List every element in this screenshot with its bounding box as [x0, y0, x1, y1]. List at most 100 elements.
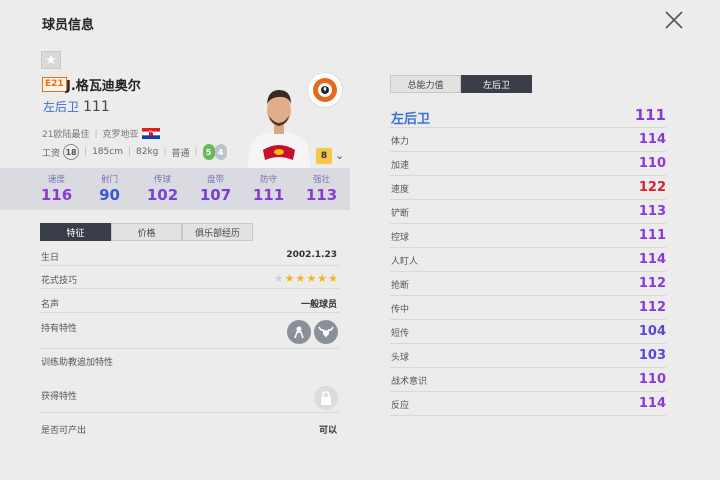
favorite-star-button[interactable]: ★ — [41, 51, 61, 69]
locked-trait-slot[interactable] — [314, 386, 338, 410]
lock-icon — [321, 391, 331, 405]
close-button[interactable] — [662, 8, 686, 32]
attribute-value: 111 — [638, 228, 666, 243]
attribute-value: 114 — [638, 396, 666, 411]
player-overall: 111 — [83, 99, 110, 115]
player-portrait-image — [247, 90, 311, 168]
attribute-label: 加速 — [391, 161, 410, 171]
season-badge: E21 — [42, 77, 67, 92]
attribute-value: 122 — [638, 180, 666, 195]
player-info-line1: 21欧陆最佳 | 克罗地亚 — [42, 127, 160, 140]
attribute-row: 控球 111 — [390, 227, 666, 248]
tab-1[interactable]: 价格 — [111, 223, 182, 241]
acquired-traits-label: 获得特性 — [41, 392, 78, 402]
right-tab-0[interactable]: 总能力值 — [390, 75, 461, 93]
attribute-row: 人盯人 114 — [390, 251, 666, 272]
height-text: 185cm — [92, 147, 123, 157]
attribute-value: 104 — [638, 324, 666, 339]
position-rating-row: 左后卫 111 — [390, 106, 666, 128]
player-name: J.格瓦迪奥尔 — [66, 79, 141, 94]
skill-moves-row: 花式技巧 ★ ★ ★ ★ ★ ★ — [40, 272, 340, 289]
attribute-row: 反应 114 — [390, 395, 666, 416]
attribute-row: 传中 112 — [390, 299, 666, 320]
summary-stat-label: 传球 — [153, 175, 171, 185]
summary-stats-bar: 速度 116 射门 90 传球 102 盘带 107 防守 111 强壮 113 — [0, 168, 350, 210]
body-type-text: 普通 — [171, 148, 190, 159]
trait-badge-1[interactable] — [287, 320, 311, 344]
tradable-label: 是否可产出 — [41, 426, 87, 436]
nation-text: 克罗地亚 — [102, 130, 139, 140]
birthday-label: 生日 — [41, 253, 60, 263]
attribute-row: 铲断 113 — [390, 203, 666, 224]
star-filled-icon: ★ — [317, 272, 328, 285]
divider: | — [194, 147, 198, 157]
summary-stat: 盘带 107 — [189, 168, 242, 210]
star-filled-icon: ★ — [295, 272, 306, 285]
star-filled-icon: ★ — [284, 272, 295, 285]
attribute-label: 战术意识 — [391, 377, 428, 387]
summary-stat: 传球 102 — [136, 168, 189, 210]
right-tab-1[interactable]: 左后卫 — [461, 75, 532, 93]
attribute-row: 短传 104 — [390, 323, 666, 344]
attribute-label: 短传 — [391, 329, 410, 339]
attribute-label: 头球 — [391, 353, 410, 363]
summary-stat-value: 90 — [99, 186, 120, 204]
summary-stat: 防守 111 — [242, 168, 295, 210]
summary-stat-value: 102 — [146, 186, 179, 204]
summary-stat-value: 107 — [199, 186, 232, 204]
chevron-down-icon[interactable]: ⌄ — [335, 149, 344, 162]
acquired-traits-row: 获得特性 — [40, 389, 340, 413]
attribute-value: 114 — [638, 252, 666, 267]
bull-trait-icon — [318, 326, 334, 338]
attribute-row: 战术意识 110 — [390, 371, 666, 392]
traits-label: 持有特性 — [41, 324, 78, 334]
skill-moves-label: 花式技巧 — [41, 276, 78, 286]
tab-2[interactable]: 俱乐部经历 — [182, 223, 253, 241]
divider: | — [163, 147, 167, 157]
attribute-row: 加速 110 — [390, 155, 666, 176]
attribute-label: 传中 — [391, 305, 410, 315]
honor-text: 21欧陆最佳 — [42, 130, 90, 140]
reputation-label: 名声 — [41, 300, 60, 310]
attribute-value: 103 — [638, 348, 666, 363]
page-title: 球员信息 — [42, 18, 95, 33]
right-tabs: 总能力值 左后卫 — [390, 75, 532, 93]
summary-stat-label: 射门 — [100, 175, 118, 185]
croatia-flag-icon — [141, 128, 160, 139]
attribute-label: 人盯人 — [391, 257, 419, 267]
wage-label: 工资 — [42, 148, 61, 159]
attribute-row: 体力 114 — [390, 131, 666, 152]
player-position: 左后卫 — [43, 100, 80, 114]
summary-stat: 强壮 113 — [295, 168, 348, 210]
birthday-row: 生日 2002.1.23 — [40, 250, 340, 266]
close-icon[interactable] — [662, 8, 686, 32]
attribute-value: 112 — [638, 276, 666, 291]
attribute-row: 速度 122 — [390, 179, 666, 200]
attribute-value: 112 — [638, 300, 666, 315]
soccer-player-trait-icon — [294, 326, 304, 339]
summary-stat-value: 113 — [305, 186, 338, 204]
attribute-row: 抢断 112 — [390, 275, 666, 296]
summary-stat-value: 116 — [40, 186, 73, 204]
training-traits-row: 训练助教追加特性 — [40, 355, 340, 371]
tradable-value: 可以 — [318, 426, 337, 436]
position-rating-label: 左后卫 — [391, 112, 431, 127]
left-tabs: 特征 价格 俱乐部经历 — [40, 223, 253, 241]
divider: | — [94, 128, 98, 139]
tab-0[interactable]: 特征 — [40, 223, 111, 241]
weak-foot-right: 4 — [214, 144, 227, 160]
weak-foot-left: 5 — [202, 144, 215, 160]
trait-badge-2[interactable] — [314, 320, 338, 344]
position-rating-value: 111 — [634, 106, 666, 124]
player-info-line2: 工资 18 | 185cm | 82kg | 普通 | 5 4 — [42, 144, 227, 160]
star-icon: ★ — [45, 52, 57, 68]
attribute-value: 113 — [638, 204, 666, 219]
summary-stat-label: 防守 — [259, 175, 277, 185]
reputation-value: 一般球员 — [300, 300, 337, 310]
attribute-label: 抢断 — [391, 281, 410, 291]
enhance-level-badge: 8 — [316, 148, 332, 164]
birthday-value: 2002.1.23 — [286, 250, 337, 260]
tradable-row: 是否可产出 可以 — [40, 423, 340, 439]
reputation-row: 名声 一般球员 — [40, 297, 340, 313]
position-overall: 左后卫 111 — [43, 98, 110, 115]
